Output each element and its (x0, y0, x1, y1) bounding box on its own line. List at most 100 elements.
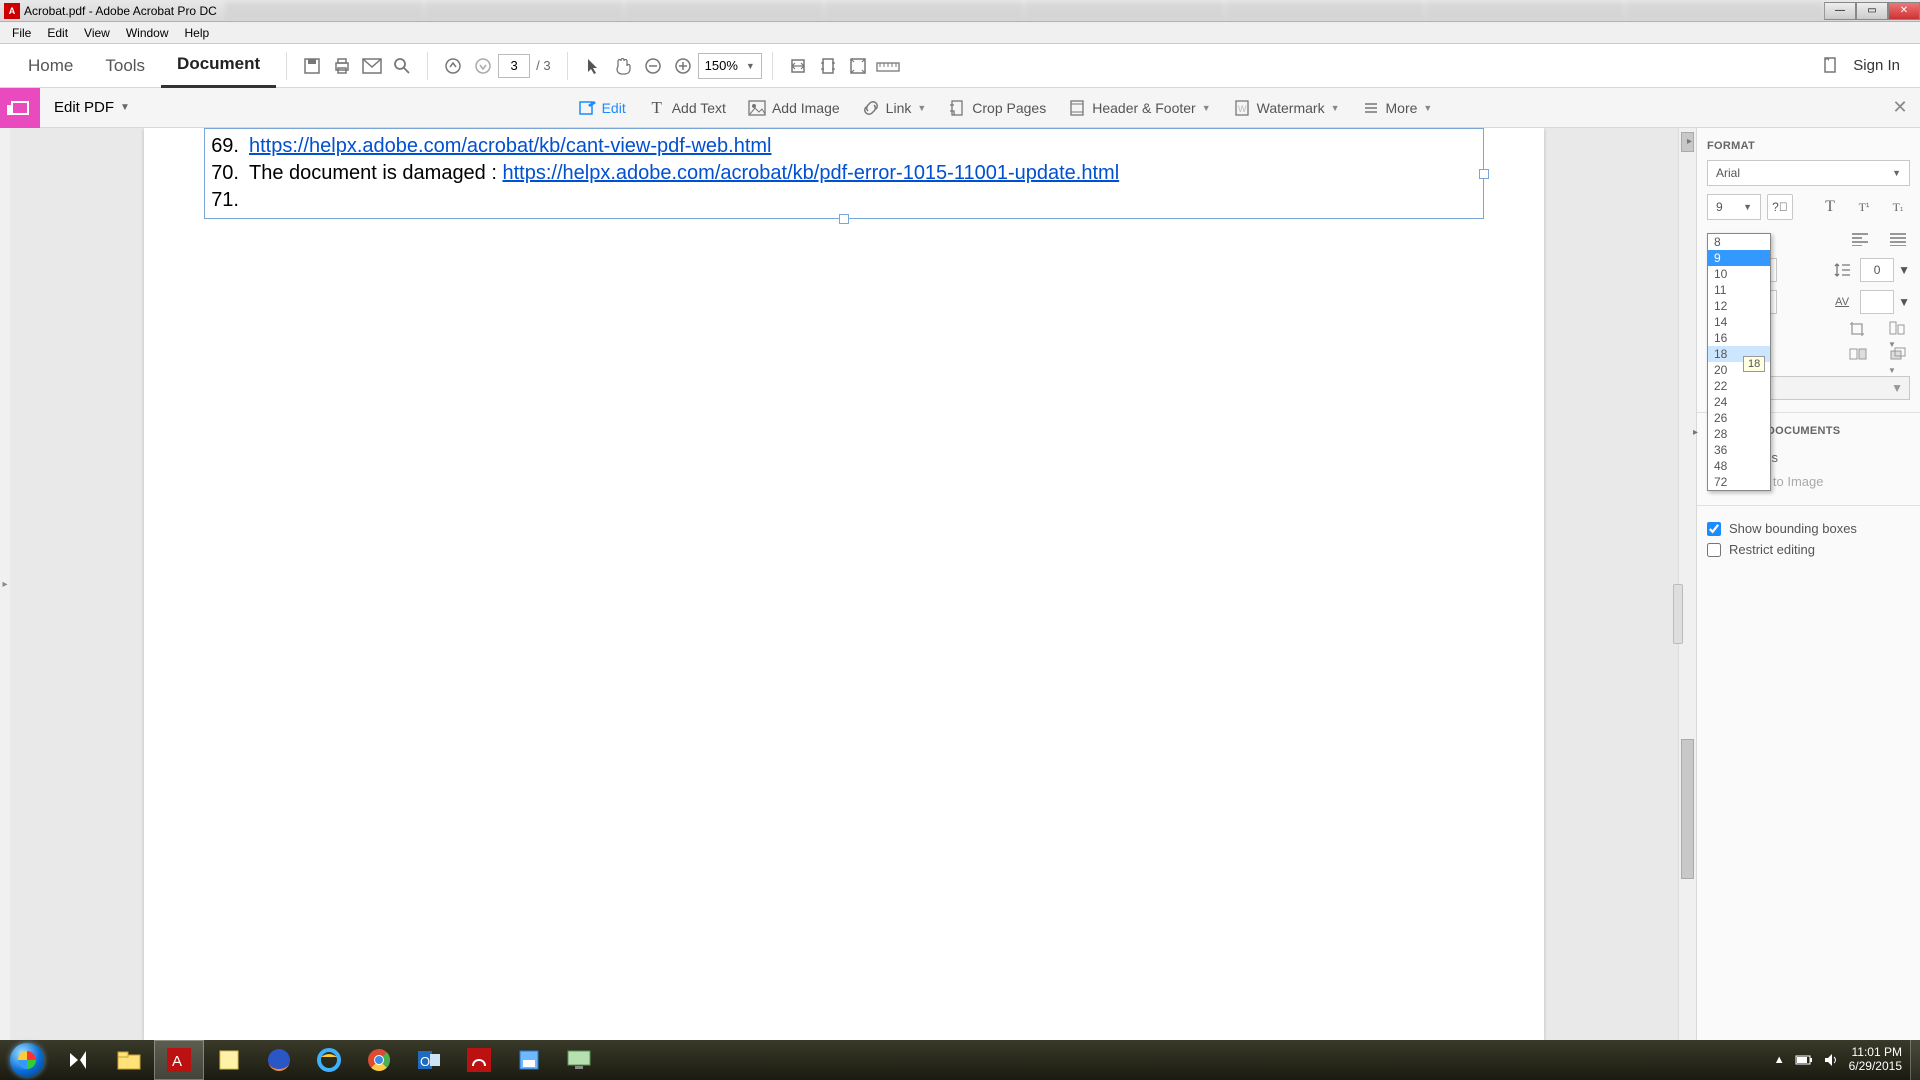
tag-icon[interactable] (1815, 51, 1845, 81)
panel-collapse-handle[interactable] (1673, 584, 1683, 644)
font-family-dropdown[interactable]: Arial▼ (1707, 160, 1910, 186)
maximize-button[interactable]: ▭ (1856, 2, 1888, 20)
fit-page-icon[interactable] (813, 51, 843, 81)
hand-tool-icon[interactable] (608, 51, 638, 81)
taskbar-notes-icon[interactable] (204, 1040, 254, 1080)
page-up-icon[interactable] (438, 51, 468, 81)
print-icon[interactable] (327, 51, 357, 81)
font-size-option[interactable]: 48 (1708, 458, 1770, 474)
text-style-icon[interactable]: T (1818, 196, 1842, 218)
close-panel-button[interactable]: ✕ (1880, 97, 1920, 118)
nav-home[interactable]: Home (12, 44, 89, 88)
collapse-caret-icon[interactable]: ▸ (1687, 136, 1692, 147)
tool-add-text[interactable]: TAdd Text (648, 99, 726, 117)
start-button[interactable] (0, 1040, 54, 1080)
editable-text-box[interactable]: 69.https://helpx.adobe.com/acrobat/kb/ca… (204, 128, 1484, 219)
taskbar-outlook-icon[interactable]: O (404, 1040, 454, 1080)
zoom-out-icon[interactable] (638, 51, 668, 81)
font-size-option[interactable]: 9 (1708, 250, 1770, 266)
tool-header-footer[interactable]: Header & Footer▼ (1068, 99, 1210, 117)
line-spacing-icon[interactable] (1830, 259, 1854, 281)
clock[interactable]: 11:01 PM6/29/2015 (1849, 1046, 1902, 1074)
menu-window[interactable]: Window (118, 24, 177, 42)
align-objects-icon[interactable]: ▼ (1888, 320, 1910, 340)
vertical-scrollbar[interactable] (1678, 128, 1696, 1040)
tool-crop-pages[interactable]: Crop Pages (948, 99, 1046, 117)
mail-icon[interactable] (357, 51, 387, 81)
arrange-icon[interactable]: ▼ (1888, 346, 1910, 366)
font-size-option[interactable]: 16 (1708, 330, 1770, 346)
taskbar-reader-icon[interactable] (454, 1040, 504, 1080)
font-size-option[interactable]: 12 (1708, 298, 1770, 314)
font-size-option[interactable]: 28 (1708, 426, 1770, 442)
font-size-option[interactable]: 24 (1708, 394, 1770, 410)
kerning-value[interactable]: ▼ (1860, 290, 1910, 314)
tool-watermark[interactable]: WWatermark▼ (1233, 99, 1340, 117)
font-size-option[interactable]: 8 (1708, 234, 1770, 250)
taskbar-app-icon[interactable] (504, 1040, 554, 1080)
taskbar-monitor-icon[interactable] (554, 1040, 604, 1080)
align-left-icon[interactable] (1848, 228, 1872, 250)
search-icon[interactable] (387, 51, 417, 81)
menu-help[interactable]: Help (177, 24, 218, 42)
edit-pdf-mode-label[interactable]: Edit PDF (40, 99, 120, 116)
zoom-in-icon[interactable] (668, 51, 698, 81)
taskbar-acrobat-icon[interactable]: A (154, 1040, 204, 1080)
page-down-icon[interactable] (468, 51, 498, 81)
sign-in-link[interactable]: Sign In (1845, 57, 1908, 74)
show-bounding-boxes-checkbox[interactable]: Show bounding boxes (1707, 518, 1910, 539)
font-size-option[interactable]: 11 (1708, 282, 1770, 298)
background-tabs[interactable] (225, 2, 1824, 20)
taskbar-firefox-icon[interactable] (254, 1040, 304, 1080)
zoom-dropdown[interactable]: 150%▼ (698, 53, 762, 79)
crop-object-icon[interactable] (1848, 320, 1870, 340)
font-size-option[interactable]: 36 (1708, 442, 1770, 458)
link-text[interactable]: https://helpx.adobe.com/acrobat/kb/pdf-e… (502, 162, 1119, 184)
tool-more[interactable]: More▼ (1362, 99, 1433, 117)
font-size-option[interactable]: 10 (1708, 266, 1770, 282)
tray-battery-icon[interactable] (1795, 1054, 1813, 1066)
font-size-option[interactable]: 72 (1708, 474, 1770, 490)
fullscreen-icon[interactable] (843, 51, 873, 81)
collapse-caret-icon[interactable]: ▸ (1693, 427, 1698, 438)
nav-tools[interactable]: Tools (89, 44, 161, 88)
font-size-option[interactable]: 22 (1708, 378, 1770, 394)
system-tray[interactable]: ▲ 11:01 PM6/29/2015 (1766, 1046, 1910, 1074)
taskbar-chrome-icon[interactable] (354, 1040, 404, 1080)
align-justify-icon[interactable] (1886, 228, 1910, 250)
close-button[interactable]: ✕ (1888, 2, 1920, 20)
save-icon[interactable] (297, 51, 327, 81)
flip-icon[interactable] (1848, 346, 1870, 366)
tool-link[interactable]: Link▼ (862, 99, 927, 117)
menu-view[interactable]: View (76, 24, 118, 42)
taskbar-explorer-icon[interactable] (104, 1040, 154, 1080)
font-size-option[interactable]: 26 (1708, 410, 1770, 426)
menu-file[interactable]: File (4, 24, 39, 42)
spacing-value[interactable]: 0▼ (1860, 258, 1910, 282)
document-area[interactable]: 69.https://helpx.adobe.com/acrobat/kb/ca… (10, 128, 1678, 1040)
font-size-dropdown[interactable]: 9▼ (1707, 194, 1761, 220)
ruler-icon[interactable] (873, 51, 903, 81)
fit-width-icon[interactable] (783, 51, 813, 81)
nav-document[interactable]: Document (161, 44, 276, 88)
tool-edit[interactable]: Edit (578, 99, 626, 117)
taskbar-ie-icon[interactable] (304, 1040, 354, 1080)
help-icon[interactable]: ?⃝ (1767, 194, 1793, 220)
subscript-icon[interactable]: T₁ (1886, 196, 1910, 218)
superscript-icon[interactable]: T¹ (1852, 196, 1876, 218)
menu-edit[interactable]: Edit (39, 24, 76, 42)
tray-volume-icon[interactable] (1823, 1053, 1839, 1067)
tray-chevron-icon[interactable]: ▲ (1774, 1054, 1785, 1066)
font-size-option[interactable]: 14 (1708, 314, 1770, 330)
kerning-icon[interactable]: AV (1830, 291, 1854, 313)
show-desktop-button[interactable] (1910, 1040, 1920, 1080)
left-panel-toggle[interactable]: ▸ (0, 128, 10, 1040)
page-number-input[interactable] (498, 54, 530, 78)
taskbar-visualstudio-icon[interactable] (54, 1040, 104, 1080)
select-tool-icon[interactable] (578, 51, 608, 81)
tool-add-image[interactable]: Add Image (748, 99, 840, 117)
link-text[interactable]: https://helpx.adobe.com/acrobat/kb/cant-… (249, 133, 771, 160)
minimize-button[interactable]: — (1824, 2, 1856, 20)
chevron-down-icon[interactable]: ▼ (120, 102, 130, 113)
restrict-editing-checkbox[interactable]: Restrict editing (1707, 539, 1910, 560)
